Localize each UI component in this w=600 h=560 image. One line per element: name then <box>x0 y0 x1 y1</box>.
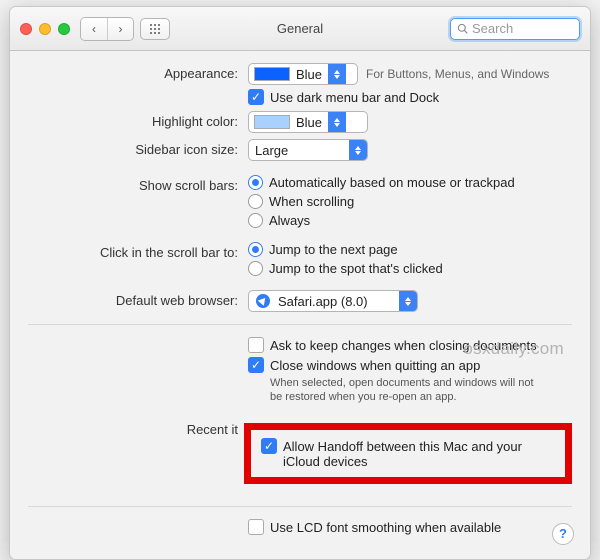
ask-changes-checkbox[interactable] <box>248 337 264 353</box>
lcd-smoothing-checkbox[interactable] <box>248 519 264 535</box>
dark-menu-label: Use dark menu bar and Dock <box>270 89 439 105</box>
search-icon <box>457 23 468 34</box>
minimize-window-button[interactable] <box>39 23 51 35</box>
sidebar-size-value: Large <box>249 143 294 158</box>
click-page-radio[interactable] <box>248 242 263 257</box>
show-all-button[interactable] <box>140 18 170 40</box>
highlight-label: Highlight color: <box>28 111 248 129</box>
appearance-dropdown[interactable]: Blue <box>248 63 358 85</box>
sidebar-size-dropdown[interactable]: Large <box>248 139 368 161</box>
updown-icon <box>349 140 367 160</box>
close-windows-checkbox[interactable] <box>248 357 264 373</box>
click-spot-label: Jump to the spot that's clicked <box>269 261 443 276</box>
appearance-swatch-icon <box>254 67 290 81</box>
browser-value: Safari.app (8.0) <box>272 294 374 309</box>
scrollbars-label: Show scroll bars: <box>28 175 248 193</box>
nav-back-forward: ‹ › <box>80 17 134 41</box>
lcd-smoothing-label: Use LCD font smoothing when available <box>270 519 501 535</box>
close-windows-note: When selected, open documents and window… <box>248 377 538 405</box>
separator <box>28 506 572 507</box>
updown-icon <box>328 64 346 84</box>
window-controls <box>20 23 70 35</box>
scroll-always-label: Always <box>269 213 310 228</box>
chevron-right-icon: › <box>119 22 123 36</box>
handoff-highlight-box: Allow Handoff between this Mac and your … <box>244 423 572 484</box>
titlebar: ‹ › General Search <box>10 7 590 51</box>
highlight-dropdown[interactable]: Blue <box>248 111 368 133</box>
separator <box>28 324 572 325</box>
appearance-label: Appearance: <box>28 63 248 81</box>
content: osxdaily.com Appearance: Blue For Button… <box>10 51 590 559</box>
browser-label: Default web browser: <box>28 290 248 308</box>
appearance-value: Blue <box>290 67 328 82</box>
search-placeholder: Search <box>472 21 513 36</box>
recent-label: Recent it <box>28 419 248 437</box>
handoff-checkbox[interactable] <box>261 438 277 454</box>
click-spot-radio[interactable] <box>248 261 263 276</box>
chevron-left-icon: ‹ <box>92 22 96 36</box>
handoff-label: Allow Handoff between this Mac and your … <box>283 438 555 469</box>
safari-icon <box>254 292 272 310</box>
click-page-label: Jump to the next page <box>269 242 398 257</box>
grid-icon <box>149 23 161 35</box>
dark-menu-checkbox[interactable] <box>248 89 264 105</box>
sidebar-size-label: Sidebar icon size: <box>28 139 248 157</box>
scroll-always-radio[interactable] <box>248 213 263 228</box>
prefs-window: ‹ › General Search osxdaily.com Appearan… <box>9 6 591 560</box>
highlight-value: Blue <box>290 115 328 130</box>
search-input[interactable]: Search <box>450 18 580 40</box>
browser-dropdown[interactable]: Safari.app (8.0) <box>248 290 418 312</box>
updown-icon <box>399 291 417 311</box>
scroll-auto-radio[interactable] <box>248 175 263 190</box>
scroll-scrolling-radio[interactable] <box>248 194 263 209</box>
appearance-hint: For Buttons, Menus, and Windows <box>366 67 549 81</box>
close-window-button[interactable] <box>20 23 32 35</box>
forward-button[interactable]: › <box>107 18 133 40</box>
click-label: Click in the scroll bar to: <box>28 242 248 260</box>
help-icon: ? <box>559 526 567 541</box>
highlight-swatch-icon <box>254 115 290 129</box>
zoom-window-button[interactable] <box>58 23 70 35</box>
help-button[interactable]: ? <box>552 523 574 545</box>
scroll-scrolling-label: When scrolling <box>269 194 354 209</box>
close-windows-label: Close windows when quitting an app <box>270 357 480 373</box>
back-button[interactable]: ‹ <box>81 18 107 40</box>
scroll-auto-label: Automatically based on mouse or trackpad <box>269 175 515 190</box>
ask-changes-label: Ask to keep changes when closing documen… <box>270 337 537 353</box>
updown-icon <box>328 112 346 132</box>
